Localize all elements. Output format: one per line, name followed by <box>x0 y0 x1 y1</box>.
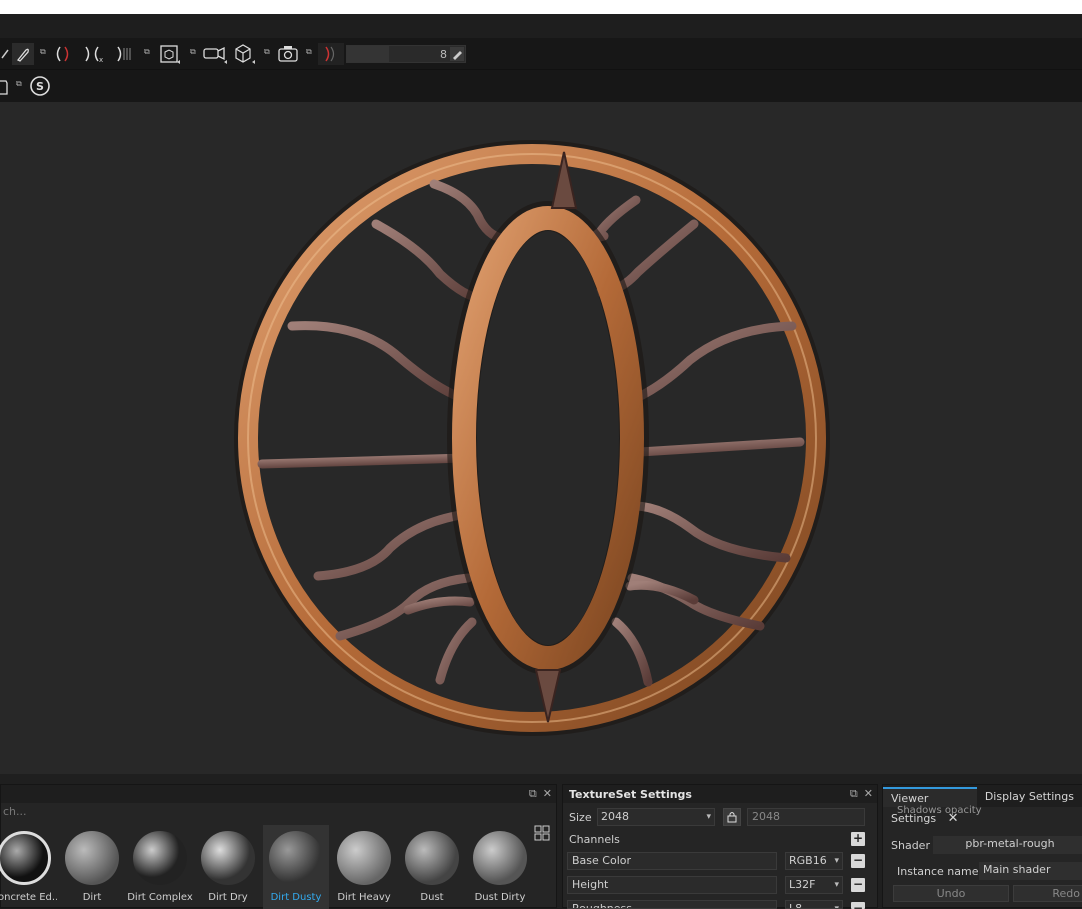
material-label: Dust <box>420 892 444 903</box>
edit-pencil-icon[interactable] <box>450 47 464 61</box>
slider-value: 8 <box>440 48 447 61</box>
viewer-tabs: Viewer Settings ✕ Display Settings <box>883 785 1082 826</box>
popout-icon[interactable]: ⧉ <box>16 80 24 88</box>
material-preview <box>201 831 255 885</box>
channel-name: Height <box>567 876 777 894</box>
bottom-dock: ⧉ ✕ ch... Concrete Ed... Dirt Dirt Compl… <box>0 774 1082 909</box>
material-item[interactable]: Dirt Complex <box>127 825 193 909</box>
material-preview <box>0 831 51 885</box>
material-preview <box>337 831 391 885</box>
close-icon[interactable]: ✕ <box>543 787 552 801</box>
display-camera-icon[interactable] <box>202 43 228 65</box>
material-item[interactable]: Dust <box>399 825 465 909</box>
popout-icon[interactable]: ⧉ <box>40 48 48 56</box>
undo-button[interactable]: Undo <box>893 885 1009 902</box>
symmetry-x-icon[interactable]: x <box>80 44 106 64</box>
material-item-selected[interactable]: Dirt Dusty <box>263 825 329 909</box>
material-preview <box>473 831 527 885</box>
shelf-search-input[interactable]: ch... <box>1 805 556 821</box>
material-preview <box>65 831 119 885</box>
material-item[interactable]: Dirt Heavy <box>331 825 397 909</box>
viewport-toolbar: ⧉ x ⧉ ⧉ ⧉ ⧉ <box>0 38 1082 70</box>
popout-icon[interactable]: ⧉ <box>190 48 198 56</box>
popout-icon[interactable]: ⧉ <box>529 787 537 801</box>
close-icon[interactable]: ✕ <box>864 787 873 801</box>
3d-viewport[interactable] <box>0 102 1082 774</box>
material-item[interactable]: Dirt Dry <box>195 825 261 909</box>
lock-icon[interactable] <box>723 808 741 826</box>
slider-fill <box>347 46 389 62</box>
material-preview <box>405 831 459 885</box>
screenshot-camera-icon[interactable] <box>276 43 300 65</box>
partial-document-icon[interactable] <box>0 78 8 96</box>
material-item[interactable]: Dirt <box>59 825 125 909</box>
channel-name: Base Color <box>567 852 777 870</box>
shelf-header <box>1 785 556 803</box>
shadows-opacity-label: Shadows opacity <box>897 805 982 816</box>
textureset-settings-panel: TextureSet Settings ⧉ ✕ Size 2048 2048 C… <box>562 784 878 909</box>
shader-field[interactable]: pbr-metal-rough <box>933 836 1082 854</box>
popout-icon[interactable]: ⧉ <box>306 48 314 56</box>
redo-button[interactable]: Redo <box>1013 885 1082 902</box>
title-strip <box>0 14 1082 38</box>
material-label: Dust Dirty <box>474 892 526 903</box>
material-item[interactable]: Concrete Ed... <box>0 825 57 909</box>
remove-channel-button[interactable]: − <box>851 854 865 868</box>
instance-name-label: Instance name <box>897 865 979 878</box>
material-label: Dirt <box>82 892 102 903</box>
material-preview <box>269 831 323 885</box>
popout-icon[interactable]: ⧉ <box>850 787 858 801</box>
textureset-title: TextureSet Settings <box>563 785 877 803</box>
symmetry-radial-icon[interactable] <box>112 44 136 64</box>
channel-format-dropdown[interactable]: RGB16 <box>785 852 843 870</box>
size-label: Size <box>569 811 592 824</box>
mirror-symmetry-icon[interactable] <box>318 43 344 65</box>
material-label: Concrete Ed... <box>0 892 57 903</box>
symmetry-left-icon[interactable] <box>52 44 76 64</box>
size-dropdown[interactable]: 2048 <box>597 808 715 826</box>
shader-label: Shader <box>891 839 930 852</box>
material-item[interactable]: Dust Dirty <box>467 825 533 909</box>
partial-tool-icon[interactable] <box>0 44 10 64</box>
substance-logo-icon[interactable]: S <box>28 74 52 98</box>
brush-tool-icon[interactable] <box>12 43 34 65</box>
tab-viewer-settings[interactable]: Viewer Settings ✕ <box>883 787 977 826</box>
material-list: Concrete Ed... Dirt Dirt Complex Dirt Dr… <box>0 825 556 909</box>
material-label: Dirt Heavy <box>337 892 391 903</box>
remove-channel-button[interactable]: − <box>851 878 865 892</box>
channel-format-dropdown[interactable]: L32F <box>785 876 843 894</box>
window-top-edge <box>0 0 1082 14</box>
material-label: Dirt Dusty <box>270 892 322 903</box>
tab-display-settings[interactable]: Display Settings <box>977 787 1082 807</box>
channels-label: Channels <box>569 833 620 846</box>
ornament-model <box>234 140 830 736</box>
popout-icon[interactable]: ⧉ <box>264 48 272 56</box>
material-label: Dirt Complex <box>127 892 193 903</box>
popout-icon[interactable]: ⧉ <box>144 48 152 56</box>
add-channel-button[interactable]: + <box>851 832 865 846</box>
instance-name-field[interactable]: Main shader <box>979 862 1082 880</box>
camera-box-icon[interactable] <box>158 43 182 65</box>
material-label: Dirt Dry <box>208 892 248 903</box>
textureset-header-icons: ⧉ ✕ <box>850 787 873 801</box>
svg-text:S: S <box>36 80 44 93</box>
shelf-header-icons: ⧉ ✕ <box>529 787 552 801</box>
symmetry-count-slider[interactable]: 8 <box>346 45 466 63</box>
svg-text:x: x <box>99 56 103 64</box>
size-linked-field: 2048 <box>747 808 865 826</box>
viewer-settings-panel: Viewer Settings ✕ Display Settings Shado… <box>882 784 1082 908</box>
cube-view-icon[interactable] <box>232 43 258 65</box>
secondary-toolbar: ⧉ S <box>0 70 1082 102</box>
shelf-panel: ⧉ ✕ ch... Concrete Ed... Dirt Dirt Compl… <box>0 784 557 909</box>
material-preview <box>133 831 187 885</box>
